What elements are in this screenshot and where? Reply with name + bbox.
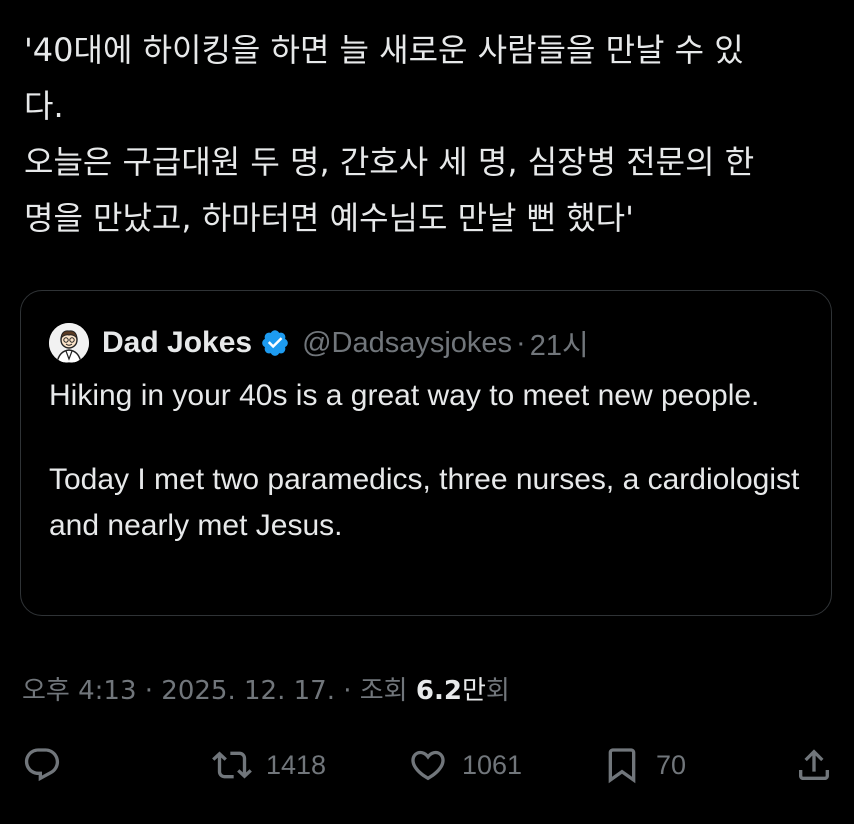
tweet-text-line: 다. xyxy=(24,87,64,125)
quoted-tweet-body: Hiking in your 40s is a great way to mee… xyxy=(49,373,809,549)
separator-dot: · xyxy=(334,676,360,706)
share-icon xyxy=(799,749,829,780)
tweet-text-line: '40대에 하이킹을 하면 늘 새로운 사람들을 만날 수 있 xyxy=(24,31,744,69)
action-bar: 1418 1061 70 xyxy=(0,740,854,790)
quoted-tweet-paragraph: Today I met two paramedics, three nurses… xyxy=(49,463,800,542)
quoted-tweet-paragraph: Hiking in your 40s is a great way to mee… xyxy=(49,379,760,412)
retweet-count: 1418 xyxy=(266,749,327,780)
tweet-meta: 오후 4:13 · 2025. 12. 17. · 조회 6.2만회 xyxy=(22,670,510,707)
share-button[interactable] xyxy=(794,740,834,790)
like-count: 1061 xyxy=(462,749,523,780)
tweet-text-line: 오늘은 구급대원 두 명, 간호사 세 명, 심장병 전문의 한 xyxy=(24,143,755,181)
bookmark-button[interactable]: 70 xyxy=(602,740,686,790)
bookmark-icon xyxy=(608,748,636,784)
separator-dot: · xyxy=(516,326,526,359)
bookmark-count: 70 xyxy=(656,749,687,780)
dad-cartoon-avatar-icon[interactable] xyxy=(49,323,89,363)
views-unit: 만 xyxy=(461,676,486,706)
quoted-tweet-card[interactable]: Dad Jokes @Dadsaysjokes · 21시 Hiking in … xyxy=(20,290,832,616)
views-label: 조회 xyxy=(359,676,416,706)
quoted-author-handle[interactable]: @Dadsaysjokes xyxy=(302,327,512,360)
heart-icon xyxy=(411,750,445,781)
retweet-icon xyxy=(212,751,252,779)
tweet-date[interactable]: 2025. 12. 17. xyxy=(161,676,335,706)
quoted-tweet-header: Dad Jokes @Dadsaysjokes · 21시 xyxy=(49,321,589,365)
reply-button[interactable] xyxy=(22,740,62,790)
verified-badge-icon xyxy=(262,330,288,356)
like-button[interactable]: 1061 xyxy=(408,740,522,790)
separator-dot: · xyxy=(136,676,162,706)
views-suffix: 회 xyxy=(485,676,510,706)
tweet-text: '40대에 하이킹을 하면 늘 새로운 사람들을 만날 수 있 다. 오늘은 구… xyxy=(24,22,834,246)
retweet-button[interactable]: 1418 xyxy=(212,740,326,790)
reply-icon xyxy=(24,748,60,782)
tweet-time[interactable]: 오후 4:13 xyxy=(22,676,137,706)
views-count: 6.2 xyxy=(415,676,462,706)
quoted-tweet-time[interactable]: 21시 xyxy=(530,322,589,364)
tweet-text-line: 명을 만났고, 하마터면 예수님도 만날 뻔 했다' xyxy=(24,199,634,237)
quoted-author-name[interactable]: Dad Jokes xyxy=(102,326,252,360)
